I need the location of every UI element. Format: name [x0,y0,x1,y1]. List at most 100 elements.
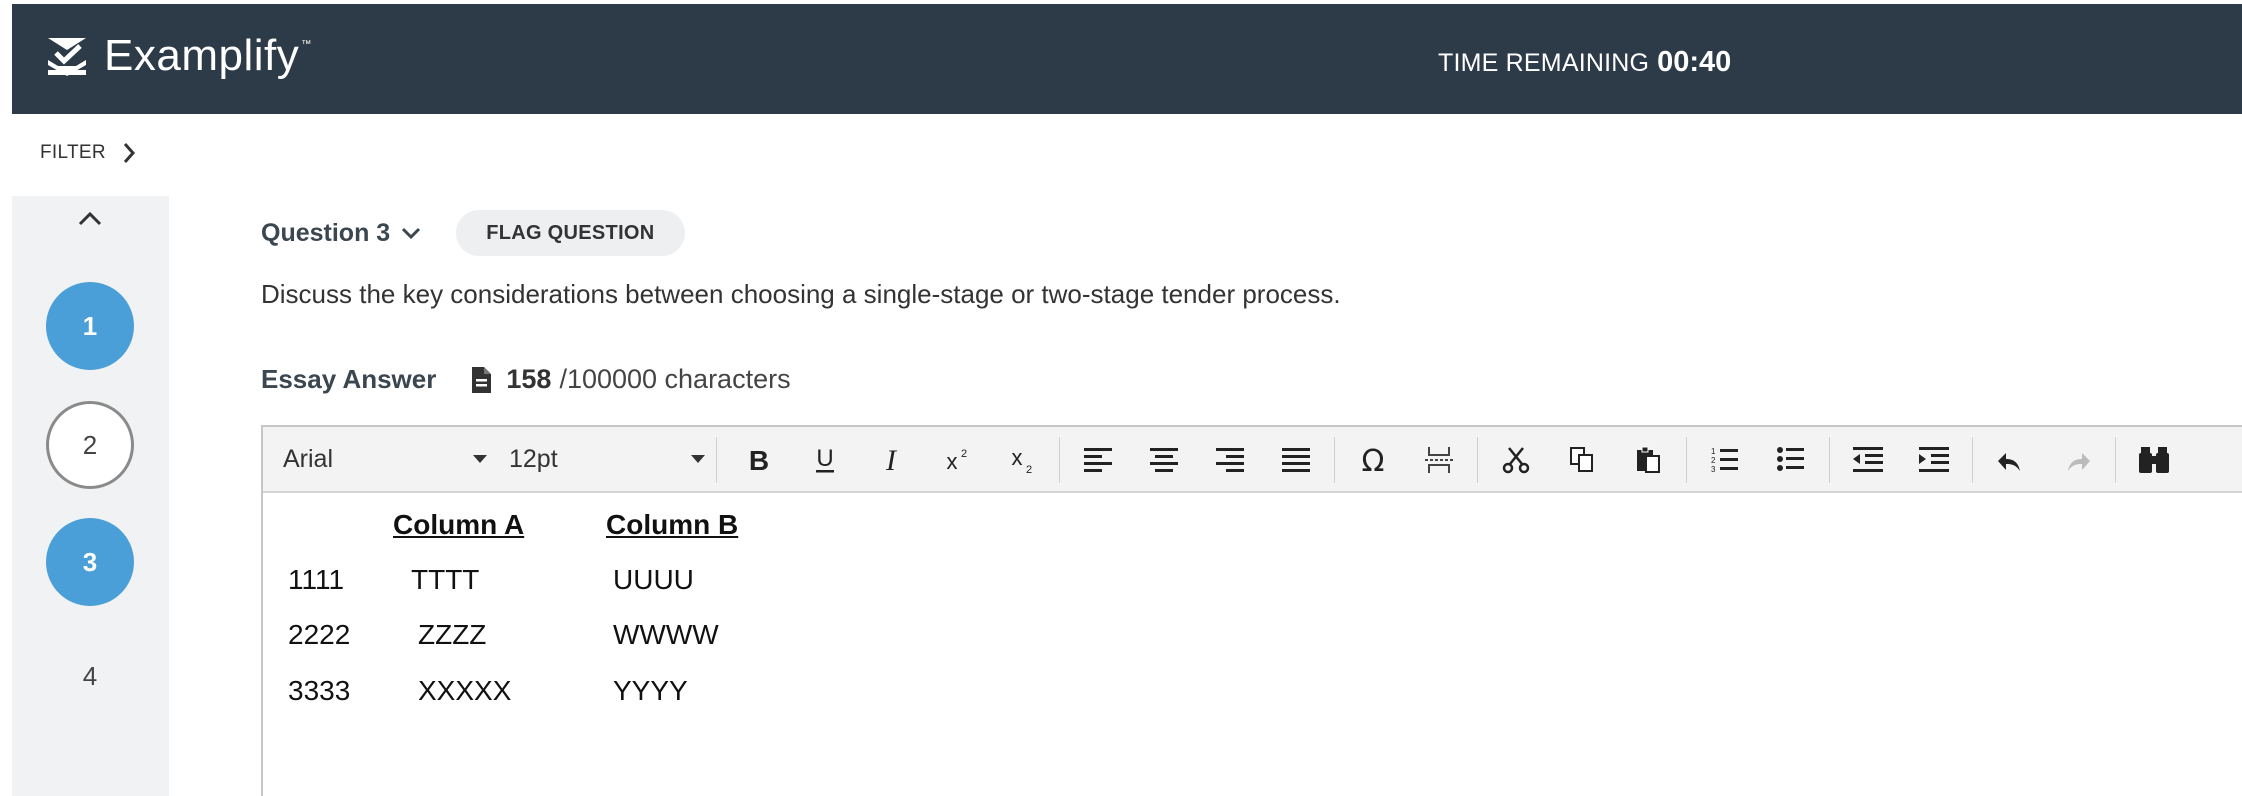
flag-question-button[interactable]: FLAG QUESTION [456,210,685,256]
justify-button[interactable] [1273,437,1319,483]
answer-cell: WWWW [613,619,719,650]
bulleted-list-button[interactable] [1768,437,1814,483]
filter-label: FILTER [40,142,106,163]
answer-cell: XXXXX [418,675,512,706]
filter-toggle[interactable]: FILTER [40,141,136,165]
svg-text:x: x [947,449,958,474]
indent-icon [1919,447,1949,472]
toolbar-separator [1686,437,1687,483]
essay-answer-area[interactable]: Column A Column B 1111 TTTT UUUU 2222 ZZ… [263,493,2242,796]
chevron-up-icon[interactable] [76,210,104,228]
toolbar-separator [1477,437,1478,483]
svg-text:U: U [816,445,833,472]
time-remaining-value: 00:40 [1657,46,1732,78]
document-icon [472,366,492,393]
svg-text:Ω: Ω [1362,445,1385,475]
question-nav-2[interactable]: 2 [46,401,134,489]
page-break-icon [1425,447,1453,473]
underline-icon: U [816,445,834,473]
subscript-button[interactable]: x 2 [998,437,1044,483]
app-name: Examplify [104,31,300,80]
toolbar-separator [2115,437,2116,483]
svg-text:2: 2 [1026,464,1032,475]
examplify-logo-icon [48,38,86,76]
superscript-icon: x 2 [947,448,968,474]
outdent-button[interactable] [1845,437,1891,483]
toolbar-separator [1829,437,1830,483]
align-left-button[interactable] [1075,437,1121,483]
toolbar-separator [716,437,717,483]
cut-button[interactable] [1493,437,1539,483]
paste-button[interactable] [1625,437,1671,483]
column-header: Column B [606,509,739,540]
answer-cell: ZZZZ [418,619,487,650]
brand: Examplify ™ [44,34,311,78]
find-icon [2139,447,2169,473]
time-remaining-label: TIME REMAINING [1438,49,1650,77]
essay-answer-label: Essay Answer [261,364,437,394]
justify-icon [1282,448,1310,472]
underline-button[interactable]: U [802,437,848,483]
toolbar-separator [1059,437,1060,483]
character-limit: /100000 characters [559,364,791,394]
font-size-select[interactable]: 12pt [509,427,709,491]
toolbar-separator [1334,437,1335,483]
question-nav-1[interactable]: 1 [46,282,134,370]
answer-cell: UUUU [613,564,694,595]
font-family-value: Arial [283,444,334,473]
trademark-mark: ™ [301,38,312,50]
subscript-icon: x 2 [1012,445,1033,475]
font-size-value: 12pt [509,444,558,473]
copy-button[interactable] [1559,437,1605,483]
align-right-button[interactable] [1207,437,1253,483]
question-navigator: 1 2 3 4 [12,196,169,796]
svg-text:1: 1 [1711,447,1716,456]
character-count: 158 [506,364,552,394]
special-character-button[interactable]: Ω [1350,437,1396,483]
question-title: Question 3 [261,218,391,247]
superscript-button[interactable]: x 2 [933,437,979,483]
answer-cell: YYYY [613,675,688,706]
svg-text:B: B [749,445,769,475]
italic-button[interactable]: I [868,437,914,483]
question-nav-3[interactable]: 3 [46,518,134,606]
top-bar: Examplify ™ TIME REMAINING 00:40 [12,4,2242,114]
essay-answer-header: Essay Answer 158 /100000 characters [261,364,791,395]
answer-cell: 2222 [288,619,351,650]
svg-text:x: x [1012,445,1023,470]
answer-cell: 1111 [288,564,345,595]
question-nav-4[interactable]: 4 [46,632,134,720]
caret-down-icon [691,455,705,463]
toolbar-separator [1972,437,1973,483]
redo-icon [2068,453,2090,471]
align-center-icon [1150,448,1178,472]
editor-toolbar: Arial 12pt B U I x 2 x 2 Ω 1 2 3 [263,427,2242,493]
page-break-button[interactable] [1416,437,1462,483]
time-remaining: TIME REMAINING 00:40 [1438,46,1731,79]
outdent-icon [1853,447,1883,472]
special-character-icon: Ω [1362,445,1385,475]
svg-text:2: 2 [1711,456,1716,465]
undo-button[interactable] [1988,437,2034,483]
question-header: Question 3 FLAG QUESTION [261,210,685,256]
indent-button[interactable] [1911,437,1957,483]
paste-icon [1637,446,1660,473]
align-center-button[interactable] [1141,437,1187,483]
essay-editor: Arial 12pt B U I x 2 x 2 Ω 1 2 3 Column … [261,425,2242,796]
font-family-select[interactable]: Arial [283,427,495,491]
bold-button[interactable]: B [736,437,782,483]
answer-cell: 3333 [288,675,351,706]
italic-icon: I [885,445,898,475]
copy-icon [1570,447,1593,472]
find-button[interactable] [2131,437,2177,483]
column-header: Column A [393,509,525,540]
redo-button[interactable] [2054,437,2100,483]
undo-icon [1998,453,2020,471]
chevron-right-icon [123,143,135,163]
numbered-list-button[interactable]: 1 2 3 [1702,437,1748,483]
answer-cell: TTTT [411,564,480,595]
caret-down-icon [473,455,487,463]
chevron-down-icon[interactable] [400,226,422,240]
bulleted-list-icon [1777,447,1804,471]
svg-text:3: 3 [1711,465,1716,474]
